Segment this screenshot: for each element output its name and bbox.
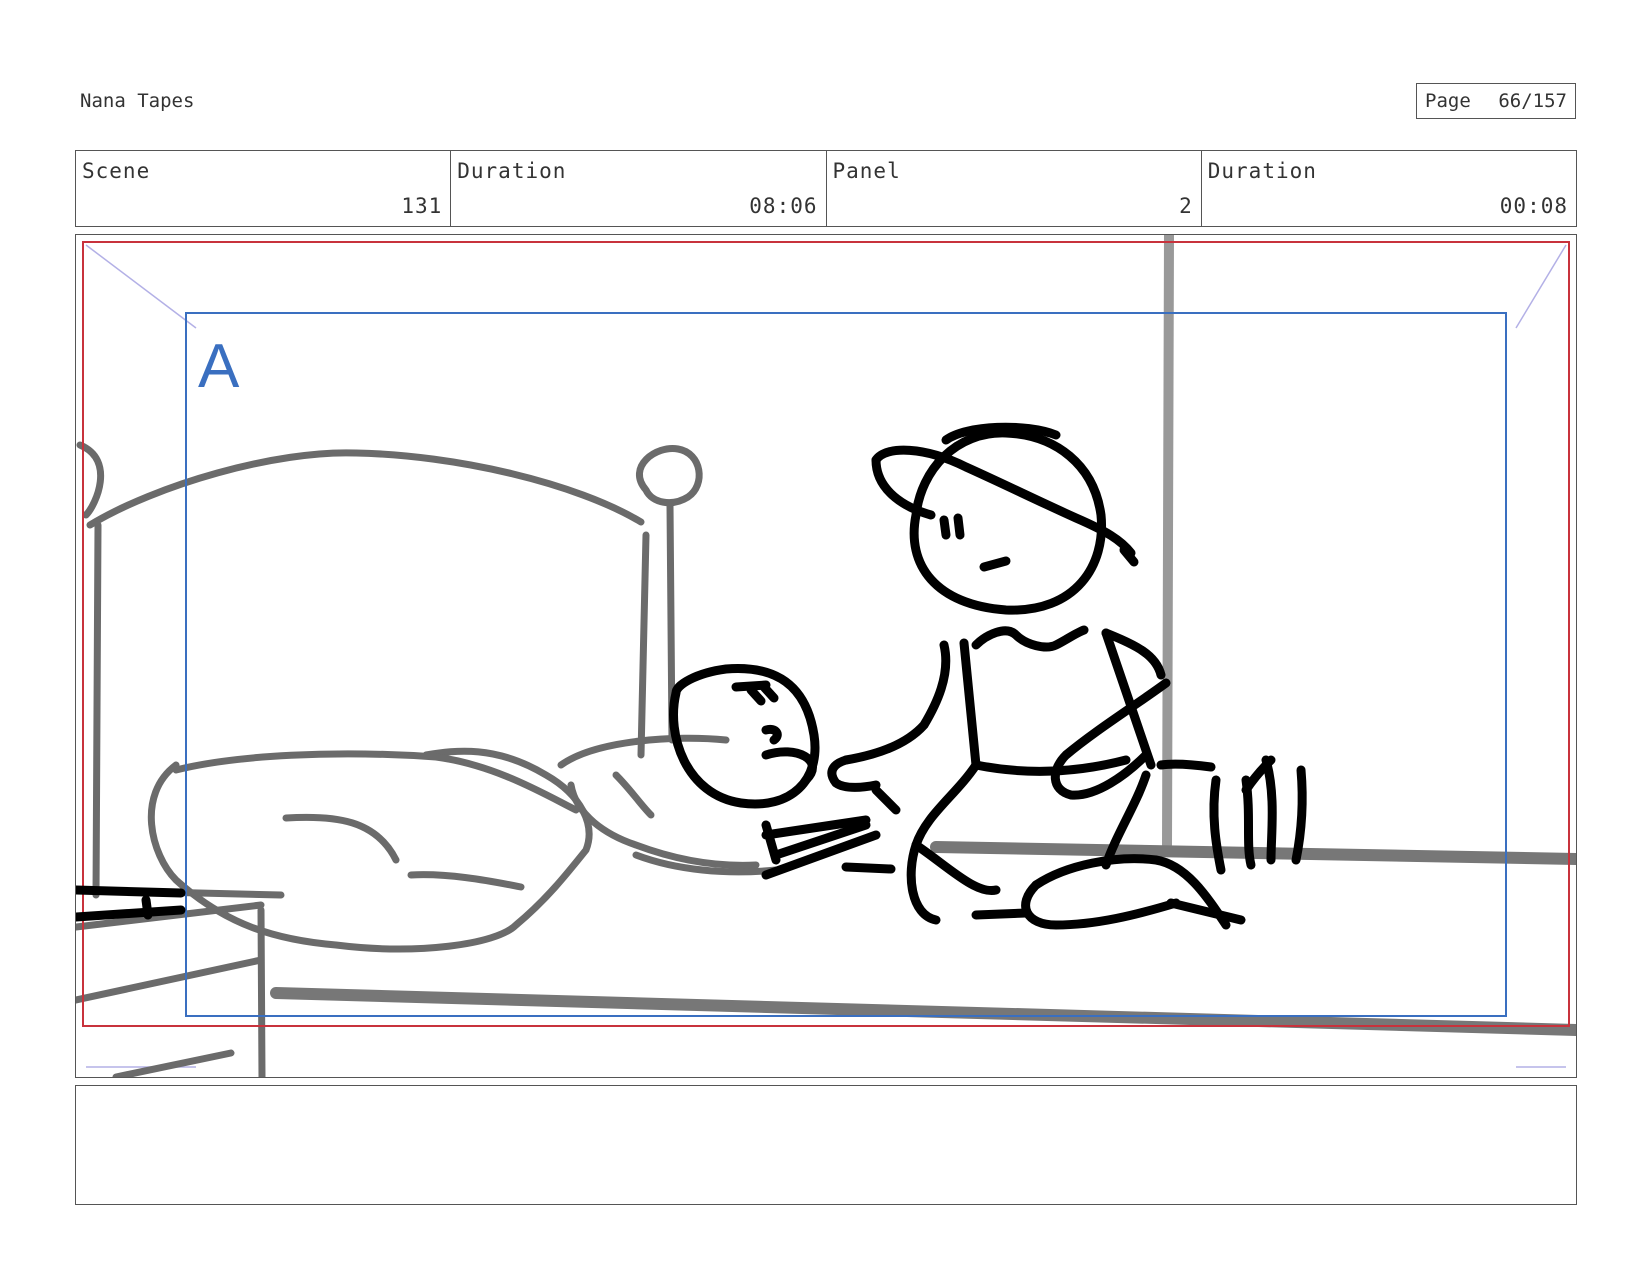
caption-box	[75, 1085, 1577, 1205]
sitter-torso-left	[959, 638, 981, 770]
panel-label: Panel	[832, 159, 901, 183]
floor-line-back	[930, 841, 1576, 865]
wall-corner-line	[1162, 235, 1174, 850]
blanket-fold-mid	[282, 813, 400, 864]
sitter-hand-left	[827, 755, 881, 792]
sitter-fingers-left	[871, 785, 901, 815]
sitter-shadow-1	[971, 908, 1031, 920]
perspective-guide-top-left	[85, 244, 197, 329]
sitter-eye-left	[939, 515, 951, 540]
perspective-guide-top-right	[1515, 244, 1567, 329]
scene-value: 131	[401, 194, 443, 218]
sitter-shadow-2	[841, 862, 896, 874]
child-eye-left	[746, 685, 766, 706]
scene-cell: Scene 131	[76, 151, 452, 226]
panel-value: 2	[1179, 194, 1193, 218]
camera-key-label: A	[198, 332, 240, 401]
panel-duration-label: Duration	[1207, 159, 1317, 183]
bed-side-bottom	[76, 956, 265, 1004]
page-label: Page	[1425, 90, 1471, 112]
floor-line-front	[270, 987, 1576, 1036]
child-ear	[761, 724, 782, 745]
sitter-foot	[1021, 880, 1181, 930]
scene-label: Scene	[82, 159, 151, 183]
page-number: 66/157	[1498, 90, 1567, 112]
nightstand-top	[76, 885, 186, 898]
scene-duration-label: Duration	[457, 159, 567, 183]
toy-stroke-3	[1261, 755, 1277, 865]
pillow-crease	[612, 771, 655, 819]
storyboard-panel: A	[75, 234, 1577, 1078]
camera-frame-outer	[82, 241, 1570, 1027]
child-cheek	[761, 747, 817, 785]
bed-leg-edge	[112, 1049, 235, 1077]
sitter-eye-right	[953, 513, 965, 540]
info-row: Scene 131 Duration 08:06 Panel 2 Duratio…	[75, 150, 1577, 227]
panel-duration-cell: Duration 00:08	[1202, 151, 1576, 226]
panel-drawing: A	[76, 235, 1576, 1077]
scene-duration-value: 08:06	[749, 194, 818, 218]
toy-stroke-1	[1209, 775, 1226, 875]
nightstand-mark	[141, 895, 153, 920]
camera-frame-inner	[185, 312, 1507, 1017]
background-sketch	[76, 235, 1576, 1077]
sitter-waist	[971, 755, 1131, 776]
blanket-fold-low	[407, 871, 525, 891]
headboard-top	[86, 449, 645, 529]
headboard-post-left	[92, 521, 102, 899]
bedpost-knob	[636, 445, 703, 507]
toy-stroke-4	[1291, 765, 1307, 865]
child-eye-right	[759, 682, 779, 703]
sitter-collar	[971, 625, 1089, 652]
scene-duration-cell: Duration 08:06	[451, 151, 827, 226]
panel-duration-value: 00:08	[1499, 194, 1568, 218]
page-indicator: Page 66/157	[1416, 83, 1576, 119]
bed-corner-post	[257, 906, 266, 1077]
sitter-mouth	[979, 556, 1011, 572]
sitter-arm-left	[841, 640, 951, 765]
project-title: Nana Tapes	[80, 90, 195, 112]
toy-stroke-6	[1156, 759, 1216, 772]
sitter-shadow-3	[1166, 898, 1246, 925]
panel-cell: Panel 2	[827, 151, 1202, 226]
headboard-post-mid	[637, 531, 650, 759]
